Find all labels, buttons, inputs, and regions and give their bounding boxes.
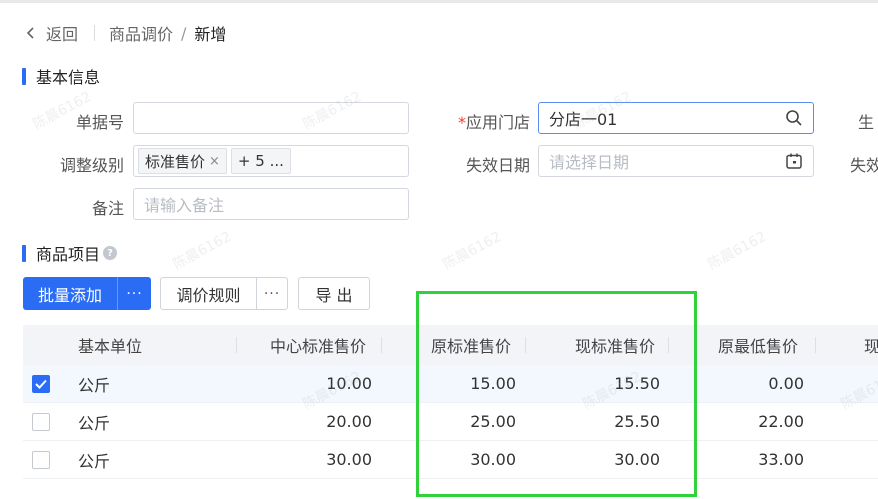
chevron-left-icon[interactable] (26, 22, 40, 44)
store-label: *应用门店 (440, 109, 530, 133)
breadcrumb-divider (94, 25, 96, 41)
adjust-level-more-tag[interactable]: + 5 ... (230, 148, 291, 174)
cell-new-price[interactable]: 25.50 (614, 412, 660, 431)
right-col-label-1: 生 (858, 113, 875, 132)
expire-date-label: 失效日期 (465, 156, 530, 175)
expire-date-picker[interactable]: 请选择日期 (538, 145, 814, 177)
calendar-icon[interactable] (785, 152, 803, 170)
cell-orig-price: 30.00 (470, 450, 516, 469)
top-divider (0, 0, 878, 3)
col-header-unit[interactable]: 基本单位 (78, 333, 142, 357)
breadcrumb: 返回 商品调价 / 新增 (26, 22, 226, 44)
cell-orig-price: 25.00 (470, 412, 516, 431)
section-title-items: 商品项目 (36, 245, 101, 264)
row-checkbox[interactable] (32, 412, 50, 431)
store-select[interactable]: 分店一01 (538, 102, 814, 134)
cell-unit: 公斤 (78, 413, 111, 433)
column-divider (236, 337, 237, 353)
search-icon[interactable] (785, 109, 803, 127)
cell-new-price[interactable]: 15.50 (614, 374, 660, 393)
cell-unit: 公斤 (78, 375, 111, 395)
doc-no-input[interactable] (133, 102, 409, 134)
cell-unit: 公斤 (78, 451, 111, 471)
adjust-level-label: 调整级别 (59, 156, 124, 175)
export-button[interactable]: 导 出 (298, 277, 370, 310)
column-divider (815, 337, 816, 353)
store-label-text: 应用门店 (465, 113, 530, 132)
adjust-level-select[interactable]: 标准售价 × + 5 ... (133, 145, 409, 177)
row-checkbox[interactable] (32, 450, 50, 469)
section-items: 商品项目 ? (22, 241, 118, 265)
section-accent-bar (22, 244, 26, 262)
col-header-new-price[interactable]: 现标准售价 (575, 333, 655, 357)
col-header-orig-price[interactable]: 原标准售价 (431, 333, 511, 357)
table-header: 基本单位 中心标准售价 原标准售价 现标准售价 原最低售价 现 (23, 325, 878, 365)
section-title-basic-info: 基本信息 (36, 68, 101, 87)
col-header-center-price[interactable]: 中心标准售价 (270, 333, 366, 357)
cell-orig-price: 15.00 (470, 374, 516, 393)
batch-add-button-group: 批量添加 ··· (23, 277, 151, 310)
cell-new-price[interactable]: 30.00 (614, 450, 660, 469)
breadcrumb-parent[interactable]: 商品调价 (109, 21, 173, 45)
breadcrumb-separator: / (181, 23, 187, 43)
col-header-orig-min[interactable]: 原最低售价 (718, 333, 798, 357)
watermark: 陈晨6162 (440, 228, 505, 273)
table-row[interactable]: 公斤 30.00 30.00 30.00 33.00 (23, 441, 878, 479)
price-rule-button-group: 调价规则 ··· (160, 277, 288, 310)
cell-center-price: 20.00 (326, 412, 372, 431)
help-icon[interactable]: ? (103, 246, 118, 260)
cell-center-price: 30.00 (326, 450, 372, 469)
table-row[interactable]: 公斤 10.00 15.00 15.50 0.00 (23, 365, 878, 403)
items-table: 基本单位 中心标准售价 原标准售价 现标准售价 原最低售价 现 公斤 10.00… (23, 325, 878, 479)
breadcrumb-current: 新增 (194, 25, 227, 44)
watermark: 陈晨6162 (705, 228, 770, 273)
price-rule-button[interactable]: 调价规则 (161, 278, 256, 309)
remark-input[interactable]: 请输入备注 (133, 188, 409, 220)
section-basic-info: 基本信息 (22, 64, 100, 88)
col-header-new-min[interactable]: 现 (864, 333, 878, 357)
adjust-level-tag-label: 标准售价 (145, 152, 206, 171)
back-link[interactable]: 返回 (46, 21, 78, 45)
batch-add-more-button[interactable]: ··· (117, 277, 151, 310)
adjust-level-tag: 标准售价 × (138, 148, 227, 174)
column-divider (668, 337, 669, 353)
cell-orig-min: 22.00 (758, 412, 804, 431)
tag-close-icon[interactable]: × (209, 154, 220, 169)
row-checkbox[interactable] (32, 374, 50, 393)
column-divider (525, 337, 526, 353)
expire-date-placeholder: 请选择日期 (549, 153, 630, 172)
store-value: 分店一01 (549, 110, 618, 129)
table-row[interactable]: 公斤 20.00 25.00 25.50 22.00 (23, 403, 878, 441)
remark-label: 备注 (91, 199, 124, 218)
watermark: 陈晨6162 (170, 228, 235, 273)
required-mark: * (457, 113, 466, 132)
batch-add-button[interactable]: 批量添加 (23, 277, 117, 310)
check-icon (35, 379, 47, 389)
cell-center-price: 10.00 (326, 374, 372, 393)
price-rule-more-button[interactable]: ··· (256, 278, 287, 309)
column-divider (381, 337, 382, 353)
cell-orig-min: 0.00 (768, 374, 804, 393)
remark-placeholder: 请输入备注 (144, 196, 225, 215)
cell-orig-min: 33.00 (758, 450, 804, 469)
doc-no-label: 单据号 (75, 113, 124, 132)
right-col-label-2: 失效 (850, 156, 878, 175)
section-accent-bar (22, 67, 26, 85)
